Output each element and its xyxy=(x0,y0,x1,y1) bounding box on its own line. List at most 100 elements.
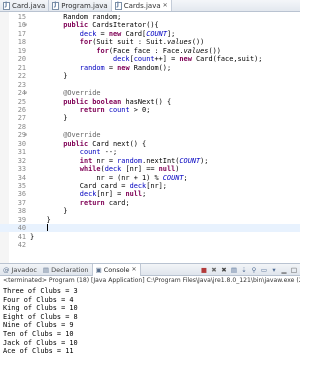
pin-console-icon[interactable]: ⚲ xyxy=(250,266,258,274)
code-line[interactable]: 18 for(Suit suit : Suit.values()) xyxy=(0,38,300,46)
line-number: 40 xyxy=(17,224,26,233)
line-number: 17 xyxy=(17,29,26,38)
fold-collapse-icon[interactable]: ⊖ xyxy=(24,89,27,97)
code-line[interactable]: 22 } xyxy=(0,72,300,80)
editor-tab-bar: Card.java Program.javaCards.java✕ xyxy=(0,0,300,12)
code-line[interactable]: 29 ⊖ @Override xyxy=(0,131,300,139)
code-text: deck[count++] = new Card(face,suit); xyxy=(112,55,263,64)
code-line[interactable]: 27 } xyxy=(0,114,300,122)
line-number: 18 xyxy=(17,38,26,47)
code-line[interactable]: 24 ⊖ @Override xyxy=(0,89,300,97)
console-icon: ▣ xyxy=(95,265,102,274)
scroll-lock-icon[interactable]: ⇣ xyxy=(240,266,248,274)
view-tab-label: Declaration xyxy=(51,265,89,274)
code-line[interactable]: 20 deck[count++] = new Card(face,suit); xyxy=(0,55,300,63)
code-line[interactable]: 15 Random random; xyxy=(0,13,300,21)
code-line[interactable]: 17 deck = new Card[COUNT]; xyxy=(0,30,300,38)
line-number: 32 xyxy=(17,156,26,165)
code-line[interactable]: 25 public boolean hasNext() { xyxy=(0,98,300,106)
line-number: 36 xyxy=(17,190,26,199)
console-toolbar: ■ ✖ ✖ ▤ ⇣ ⚲ ▭ ▾ ▁ □ xyxy=(198,266,300,274)
code-line[interactable]: 23 xyxy=(0,81,300,89)
code-line[interactable]: 26 return count > 0; xyxy=(0,106,300,114)
code-line[interactable]: 16 ⊖ public CardsIterator(){ xyxy=(0,21,300,29)
view-tab-console[interactable]: ▣ Console ✕ xyxy=(91,263,141,276)
console-output-line: Nine of Clubs = 9 xyxy=(3,321,74,330)
view-tab-javadoc[interactable]: @ Javadoc xyxy=(0,264,40,276)
line-number: 34 xyxy=(17,173,26,182)
code-text: public CardsIterator(){ xyxy=(63,21,159,30)
line-number: 37 xyxy=(17,198,26,207)
code-line[interactable]: 35 Card card = deck[nr]; xyxy=(0,182,300,190)
line-number: 42 xyxy=(17,241,26,250)
code-text: } xyxy=(30,215,51,224)
editor-tab-cards-java[interactable]: Cards.java✕ xyxy=(111,0,172,11)
view-tab-bar: @ Javadoc ▤ Declaration ▣ Console ✕ ■ ✖ ✖ ▤ ⇣ ⚲ ▭ ▾ ▁ □ xyxy=(0,263,300,276)
console-view[interactable]: <terminated> Program (18) [Java Applicat… xyxy=(0,276,300,379)
line-number: 21 xyxy=(17,63,26,72)
code-text: deck = new Card[COUNT]; xyxy=(79,29,176,38)
fold-collapse-icon[interactable]: ⊖ xyxy=(24,131,27,139)
code-text: } xyxy=(30,207,68,216)
maximize-icon[interactable]: □ xyxy=(290,266,298,274)
code-line[interactable]: 37 return card; xyxy=(0,199,300,207)
remove-launch-icon[interactable]: ✖ xyxy=(210,266,218,274)
terminate-icon[interactable]: ■ xyxy=(200,266,208,274)
line-number: 26 xyxy=(17,105,26,114)
code-line[interactable]: 38 } xyxy=(0,207,300,215)
code-text: int nr = random.nextInt(COUNT); xyxy=(79,156,209,165)
code-line[interactable]: 19 for(Face face : Face.values()) xyxy=(0,47,300,55)
remove-all-icon[interactable]: ✖ xyxy=(220,266,228,274)
view-tab-label: Javadoc xyxy=(11,265,37,274)
console-output-line: Jack of Clubs = 10 xyxy=(3,338,78,347)
line-number: 35 xyxy=(17,182,26,190)
code-text: count --; xyxy=(79,148,118,157)
line-number: 39 xyxy=(17,215,26,224)
java-file-icon xyxy=(114,1,122,10)
code-line[interactable]: 40 xyxy=(0,224,300,233)
code-line[interactable]: 36 deck[nr] = null; xyxy=(0,190,300,198)
editor-tab-label: Card.java xyxy=(12,1,46,10)
java-file-icon xyxy=(52,1,60,10)
fold-collapse-icon[interactable]: ⊖ xyxy=(24,21,27,29)
code-line[interactable]: 41} xyxy=(0,233,300,241)
code-text: } xyxy=(30,114,68,123)
code-text: return count > 0; xyxy=(79,105,151,114)
code-line[interactable]: 30 public Card next() { xyxy=(0,140,300,148)
code-line[interactable]: 34 nr = (nr + 1) % COUNT; xyxy=(0,174,300,182)
line-number: 15 xyxy=(17,13,26,21)
javadoc-icon: @ xyxy=(3,265,10,274)
code-text: Random random; xyxy=(30,13,122,21)
line-number: 20 xyxy=(17,55,26,64)
close-icon[interactable]: ✕ xyxy=(132,266,137,273)
line-number: 31 xyxy=(17,148,26,157)
code-text: for(Suit suit : Suit.values()) xyxy=(79,38,205,47)
code-line[interactable]: 21 random = new Random(); xyxy=(0,64,300,72)
code-text: @Override xyxy=(63,89,101,98)
code-text: public Card next() { xyxy=(63,139,147,148)
close-icon[interactable]: ✕ xyxy=(163,2,168,9)
view-tab-label: Console xyxy=(103,265,130,274)
code-line[interactable]: 31 count --; xyxy=(0,148,300,156)
minimize-icon[interactable]: ▁ xyxy=(280,266,288,274)
open-console-icon[interactable]: ▾ xyxy=(270,266,278,274)
line-number: 38 xyxy=(17,207,26,216)
code-line[interactable]: 39 } xyxy=(0,216,300,224)
editor-tab-label: Program.java xyxy=(61,1,108,10)
code-text: nr = (nr + 1) % COUNT; xyxy=(30,173,188,182)
code-text: @Override xyxy=(63,131,101,140)
display-console-icon[interactable]: ▭ xyxy=(260,266,268,274)
code-text: return card; xyxy=(79,198,130,207)
clear-console-icon[interactable]: ▤ xyxy=(230,266,238,274)
line-number: 22 xyxy=(17,72,26,81)
code-editor[interactable]: 15 Random random; 16 ⊖ public CardsIterato… xyxy=(0,12,300,263)
code-line[interactable]: 33 while(deck [nr] == null) xyxy=(0,165,300,173)
console-output-line: Eight of Clubs = 8 xyxy=(3,312,78,321)
code-line[interactable]: 28 xyxy=(0,123,300,131)
java-file-icon xyxy=(3,1,10,10)
editor-tab-program-java[interactable]: Program.java xyxy=(49,0,112,11)
view-tab-declaration[interactable]: ▤ Declaration xyxy=(40,264,92,276)
code-line[interactable]: 32 int nr = random.nextInt(COUNT); xyxy=(0,157,300,165)
code-line[interactable]: 42 xyxy=(0,241,300,249)
editor-tab-card-java[interactable]: Card.java xyxy=(0,0,50,11)
